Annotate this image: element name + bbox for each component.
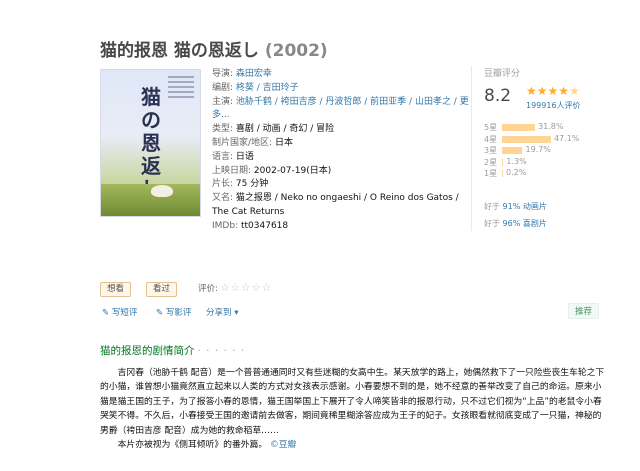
better-comedy-link[interactable]: 96% 喜剧片 — [503, 219, 547, 228]
country-value: 日本 — [274, 137, 293, 148]
share-dropdown[interactable]: 分享到 ▾ — [206, 306, 239, 318]
rating-input-stars[interactable]: ☆☆☆☆☆ — [220, 281, 272, 294]
rating-star-label: 3星 — [484, 146, 498, 156]
imdb-value: tt0347618 — [240, 220, 289, 231]
rating-percent: 0.2% — [506, 168, 527, 178]
language-value: 日语 — [235, 151, 254, 162]
pencil-icon: ✎ — [102, 308, 110, 318]
douban-source-link[interactable]: ©豆瓣 — [270, 440, 296, 450]
write-review-link[interactable]: ✎ 写影评 — [156, 306, 191, 318]
review-tools: ✎ 写短评 ✎ 写影评 分享到 ▾ 推荐 — [100, 303, 599, 320]
rating-row: 2星 1.3% — [484, 157, 594, 169]
rating-stars: ★★★★★ — [526, 84, 580, 98]
rating-bar — [502, 135, 551, 143]
director-link[interactable]: 森田宏幸 — [236, 69, 272, 79]
chevron-down-icon: ▾ — [234, 308, 239, 318]
douban-rating-panel: 豆瓣评分 8.2 ★★★★★ 199916人评价 5星 31.8% 4星 47.1% 3… — [471, 66, 583, 231]
cast-links[interactable]: 池胁千鹤 / 袴田吉彦 / 丹波哲郎 / 前田亚季 / 山田孝之 / 更多... — [212, 97, 469, 121]
rating-comparison: 好于 91% 动画片 好于 96% 喜剧片 — [484, 202, 547, 228]
rating-bar — [502, 158, 504, 166]
rating-row: 5星 31.8% — [484, 122, 594, 134]
pencil-icon: ✎ — [156, 308, 164, 318]
better-animation-link[interactable]: 91% 动画片 — [503, 202, 547, 211]
rating-star-label: 4星 — [484, 134, 498, 144]
poster-small-text — [168, 76, 194, 114]
synopsis-note: 本片亦被视为《侧耳倾听》的番外篇。 ©豆瓣 — [117, 440, 297, 451]
runtime-value: 75 分钟 — [235, 179, 269, 190]
recommend-button[interactable]: 推荐 — [567, 303, 599, 319]
rating-star-label: 5星 — [484, 123, 498, 132]
page-title: 猫的报恩 猫の恩返し (2002) — [100, 36, 328, 61]
movie-info: 导演: 森田宏幸 编剧: 柊葵 / 吉田玲子 主演: 池胁千鹤 / 袴田吉彦 /… — [212, 69, 469, 231]
release-value: 2002-07-19(日本) — [253, 165, 332, 176]
genre-value: 喜剧 / 动画 / 奇幻 / 冒险 — [235, 124, 335, 135]
rating-score: 8.2 — [484, 86, 512, 106]
poster-cat — [151, 185, 173, 197]
rating-header: 豆瓣评分 — [484, 69, 521, 79]
rating-star-label: 2星 — [484, 157, 498, 167]
rating-star-label: 1星 — [484, 169, 498, 179]
rating-row: 3星 19.7% — [484, 145, 594, 157]
rating-percent: 19.7% — [525, 145, 551, 155]
want-to-watch-button[interactable]: 想看 — [100, 282, 132, 297]
synopsis-paragraph: 吉冈春（池胁千鹤 配音）是一个普普通通同时又有些迷糊的女高中生。某天放学的路上，… — [100, 368, 605, 436]
rating-bar — [502, 147, 523, 155]
rating-bar — [502, 124, 536, 131]
movie-title: 猫的报恩 猫の恩返し — [100, 41, 259, 61]
rating-percent: 1.3% — [506, 156, 527, 166]
movie-poster[interactable]: 猫の恩返し — [100, 69, 201, 217]
rating-bar — [502, 170, 503, 178]
rate-label: 评价: — [198, 284, 218, 294]
rating-row: 1星 0.2% — [484, 168, 594, 180]
write-short-review-link[interactable]: ✎ 写短评 — [102, 306, 137, 318]
synopsis-heading: 猫的报恩的剧情简介 · · · · · · — [100, 345, 246, 357]
rating-percent: 47.1% — [553, 133, 580, 143]
rating-percent: 31.8% — [538, 122, 564, 131]
movie-year: (2002) — [264, 41, 328, 61]
aka-value: 猫之报恩 / Neko no ongaeshi / O Reino dos Ga… — [212, 193, 459, 217]
synopsis-text: 吉冈春（池胁千鹤 配音）是一个普普通通同时又有些迷糊的女高中生。某天放学的路上，… — [100, 366, 610, 452]
rating-people-link[interactable]: 199916人评价 — [526, 100, 581, 111]
watched-button[interactable]: 看过 — [146, 282, 178, 297]
rating-distribution: 5星 31.8% 4星 47.1% 3星 19.7% 2星 1.3% 1星 0.2% — [484, 122, 594, 180]
rating-row: 4星 47.1% — [484, 134, 594, 146]
writers-link[interactable]: 柊葵 / 吉田玲子 — [236, 83, 299, 93]
